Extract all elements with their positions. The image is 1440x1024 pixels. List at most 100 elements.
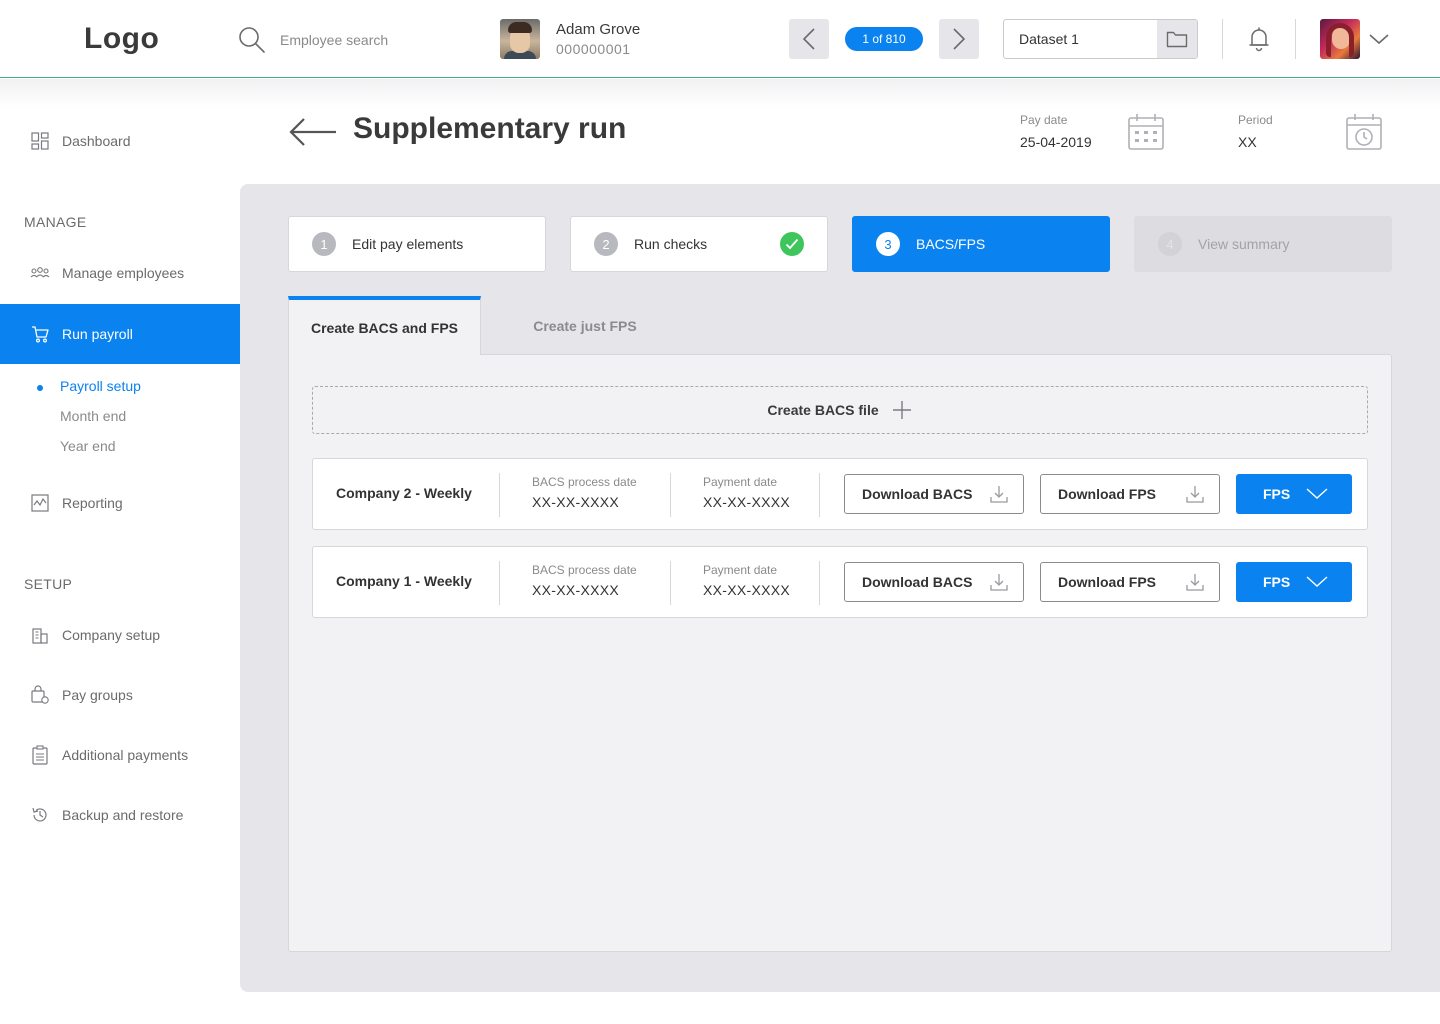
top-bar: Logo Adam Grove 000000001 1 of 810 Datas… [0,0,1440,78]
step-number: 1 [312,232,336,256]
dashboard-icon [30,131,50,151]
chevron-right-icon [953,28,966,50]
bacs-process-date-label: BACS process date [532,475,637,489]
people-icon [30,263,50,283]
sidebar-item-label: Company setup [62,627,161,643]
user-avatar[interactable] [1320,19,1360,59]
sidebar-item-pay-groups[interactable]: Pay groups [0,665,240,725]
payment-date-value: XX-XX-XXXX [703,582,791,598]
payment-date-label: Payment date [703,475,778,489]
header-divider [1222,19,1223,59]
sidebar-heading-manage: MANAGE [24,214,87,230]
sidebar-item-backup-restore[interactable]: Backup and restore [0,785,240,845]
dataset-selector[interactable]: Dataset 1 [1003,19,1198,59]
create-bacs-label: Create BACS file [767,402,879,418]
employee-search[interactable] [238,24,458,56]
sidebar-subitem-year-end[interactable]: Year end [60,438,116,454]
tab-content [288,354,1392,952]
company-name: Company 2 - Weekly [336,485,472,501]
sidebar-item-label: Additional payments [62,747,189,763]
pay-date-label: Pay date [1020,113,1068,127]
button-label: Download BACS [862,574,973,590]
period-timer-icon[interactable] [1345,113,1383,151]
button-label: FPS [1263,486,1291,502]
step-bacs-fps[interactable]: 3 BACS/FPS [852,216,1110,272]
sidebar-item-run-payroll[interactable]: Run payroll [0,304,240,364]
sidebar-item-company-setup[interactable]: Company setup [0,605,240,665]
check-icon [780,232,804,256]
download-fps-button[interactable]: Download FPS [1040,562,1220,602]
bacs-process-date-label: BACS process date [532,563,637,577]
bell-icon[interactable] [1246,26,1272,52]
previous-employee-button[interactable] [789,19,829,59]
calendar-icon[interactable] [1127,113,1165,151]
download-icon [1186,486,1204,503]
sidebar-item-dashboard[interactable]: Dashboard [0,111,240,171]
pay-group-icon [30,685,50,705]
download-icon [1186,574,1204,591]
active-dot [37,385,43,391]
create-bacs-file-button[interactable]: Create BACS file [312,386,1368,434]
building-icon [30,625,50,645]
company-name: Company 1 - Weekly [336,573,472,589]
sidebar-item-reporting[interactable]: Reporting [0,473,240,533]
sidebar-item-additional-payments[interactable]: Additional payments [0,725,240,785]
header-divider [1295,19,1296,59]
step-label: Edit pay elements [352,236,464,252]
sidebar-subitem-month-end[interactable]: Month end [60,408,126,424]
step-number: 3 [876,232,900,256]
sidebar-heading-setup: SETUP [24,576,73,592]
tab-create-just-fps[interactable]: Create just FPS [481,296,689,355]
pay-date-value: 25-04-2019 [1020,134,1092,150]
download-bacs-button[interactable]: Download BACS [844,562,1024,602]
page-title: Supplementary run [353,112,627,145]
bacs-process-date-value: XX-XX-XXXX [532,494,620,510]
header-shadow [0,79,1440,109]
button-label: FPS [1263,574,1291,590]
employee-counter-badge: 1 of 810 [845,27,923,51]
step-view-summary: 4 View summary [1134,216,1392,272]
chevron-down-icon[interactable] [1368,28,1390,50]
column-divider [670,473,671,517]
column-divider [499,473,500,517]
column-divider [819,473,820,517]
step-label: BACS/FPS [916,236,986,252]
fps-dropdown-button[interactable]: FPS [1236,474,1352,514]
employee-name: Adam Grove [556,21,641,38]
folder-button[interactable] [1157,20,1197,58]
tab-create-bacs-and-fps[interactable]: Create BACS and FPS [288,296,481,355]
search-icon[interactable] [238,26,266,54]
chevron-down-icon [1306,576,1328,587]
step-number: 4 [1158,232,1182,256]
sidebar-item-label: Manage employees [62,265,185,281]
sidebar-item-label: Pay groups [62,687,133,703]
sidebar-subitem-payroll-setup[interactable]: Payroll setup [60,378,141,394]
period-value: XX [1238,134,1257,150]
payment-date-label: Payment date [703,563,778,577]
history-icon [30,805,50,825]
dataset-label: Dataset 1 [1019,31,1079,47]
fps-dropdown-button[interactable]: FPS [1236,562,1352,602]
download-fps-button[interactable]: Download FPS [1040,474,1220,514]
chevron-left-icon [802,28,815,50]
step-label: View summary [1198,236,1290,252]
step-run-checks[interactable]: 2 Run checks [570,216,828,272]
sidebar-item-manage-employees[interactable]: Manage employees [0,243,240,303]
company-row: Company 1 - Weekly BACS process date XX-… [312,546,1368,618]
column-divider [670,561,671,605]
payroll-cart-icon [30,324,50,344]
button-label: Download BACS [862,486,973,502]
back-arrow-icon[interactable] [288,116,338,148]
download-bacs-button[interactable]: Download BACS [844,474,1024,514]
sidebar-item-label: Backup and restore [62,807,184,823]
download-icon [990,574,1008,591]
period-label: Period [1238,113,1273,127]
search-input[interactable] [280,32,450,48]
step-edit-pay-elements[interactable]: 1 Edit pay elements [288,216,546,272]
plus-icon [892,401,911,419]
sidebar-item-label: Dashboard [62,133,131,149]
folder-icon [1166,31,1188,48]
next-employee-button[interactable] [939,19,979,59]
logo[interactable]: Logo [84,22,159,56]
step-label: Run checks [634,236,708,252]
